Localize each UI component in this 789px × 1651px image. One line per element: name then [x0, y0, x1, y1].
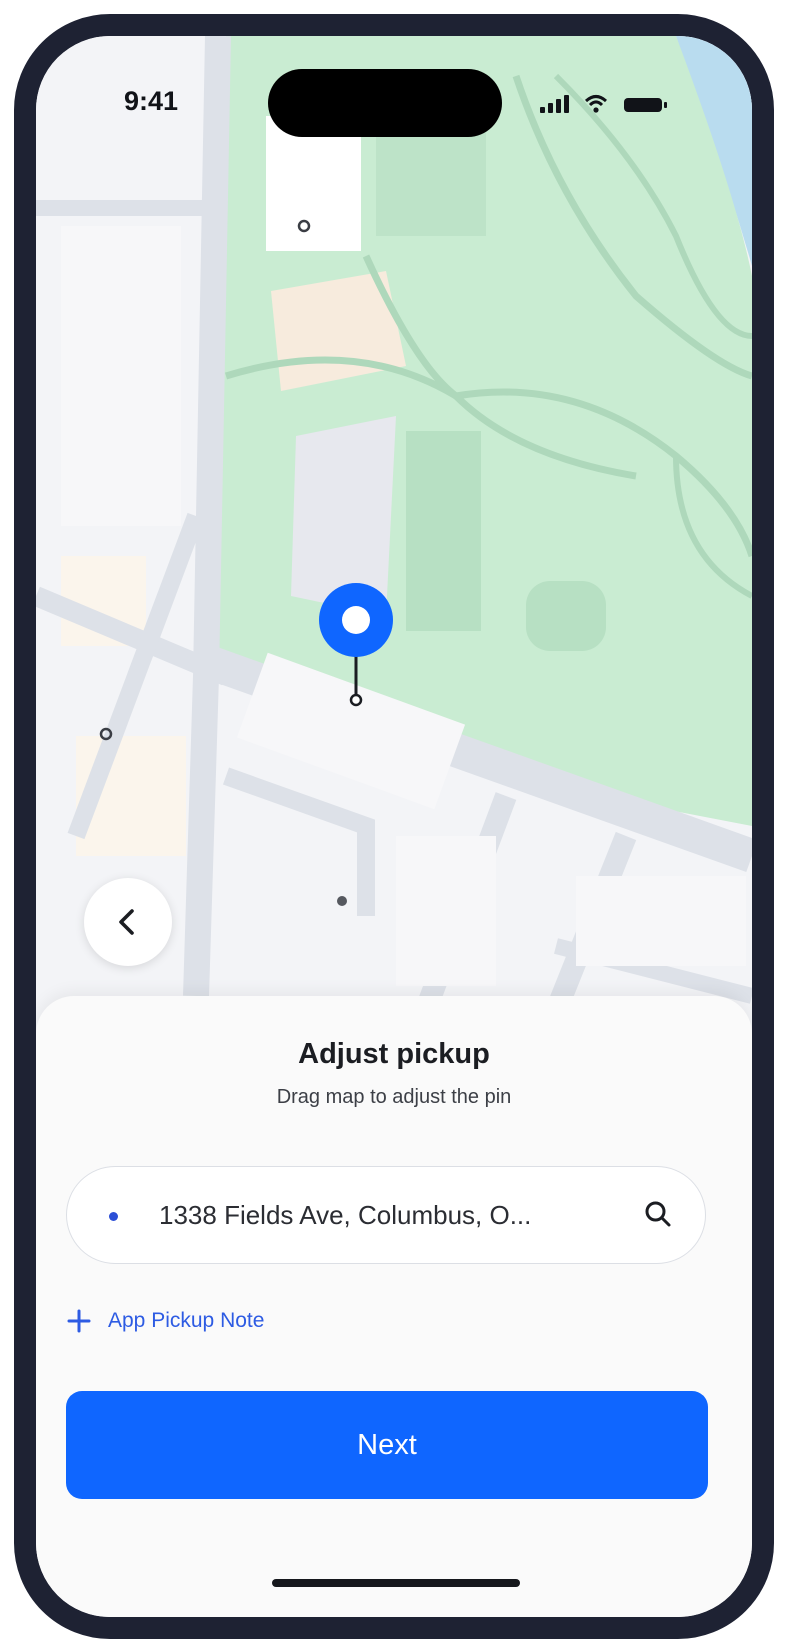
location-dot-icon — [109, 1212, 118, 1221]
status-bar: 9:41 — [36, 36, 752, 146]
back-button[interactable] — [84, 878, 172, 966]
search-icon[interactable] — [643, 1199, 673, 1229]
bottom-sheet: Adjust pickup Drag map to adjust the pin… — [36, 996, 752, 1617]
status-time: 9:41 — [124, 86, 179, 116]
sheet-title: Adjust pickup — [298, 1038, 490, 1070]
phone-frame: 9:41 Adjust pickup Drag map to adjust th… — [14, 14, 774, 1639]
screen: 9:41 Adjust pickup Drag map to adjust th… — [0, 0, 789, 1651]
dynamic-island — [268, 69, 502, 137]
pickup-address-text: 1338 Fields Ave, Columbus, O... — [159, 1200, 532, 1230]
cellular-signal-icon — [540, 95, 569, 113]
chevron-left-icon — [119, 909, 134, 935]
plus-icon — [67, 1309, 91, 1333]
add-pickup-note-label: App Pickup Note — [108, 1309, 265, 1332]
sheet-subtitle: Drag map to adjust the pin — [276, 1086, 512, 1108]
map-view[interactable] — [36, 36, 752, 1146]
status-icons — [534, 92, 684, 116]
next-button[interactable]: Next — [66, 1391, 708, 1499]
add-pickup-note-link[interactable]: App Pickup Note — [66, 1301, 264, 1341]
wifi-icon — [584, 95, 608, 113]
home-indicator — [272, 1579, 520, 1587]
next-button-label: Next — [357, 1428, 417, 1461]
map-canvas[interactable] — [36, 36, 752, 1146]
pickup-address-field[interactable]: 1338 Fields Ave, Columbus, O... — [66, 1166, 706, 1264]
battery-icon — [624, 98, 667, 112]
status-icons-svg — [540, 95, 667, 113]
